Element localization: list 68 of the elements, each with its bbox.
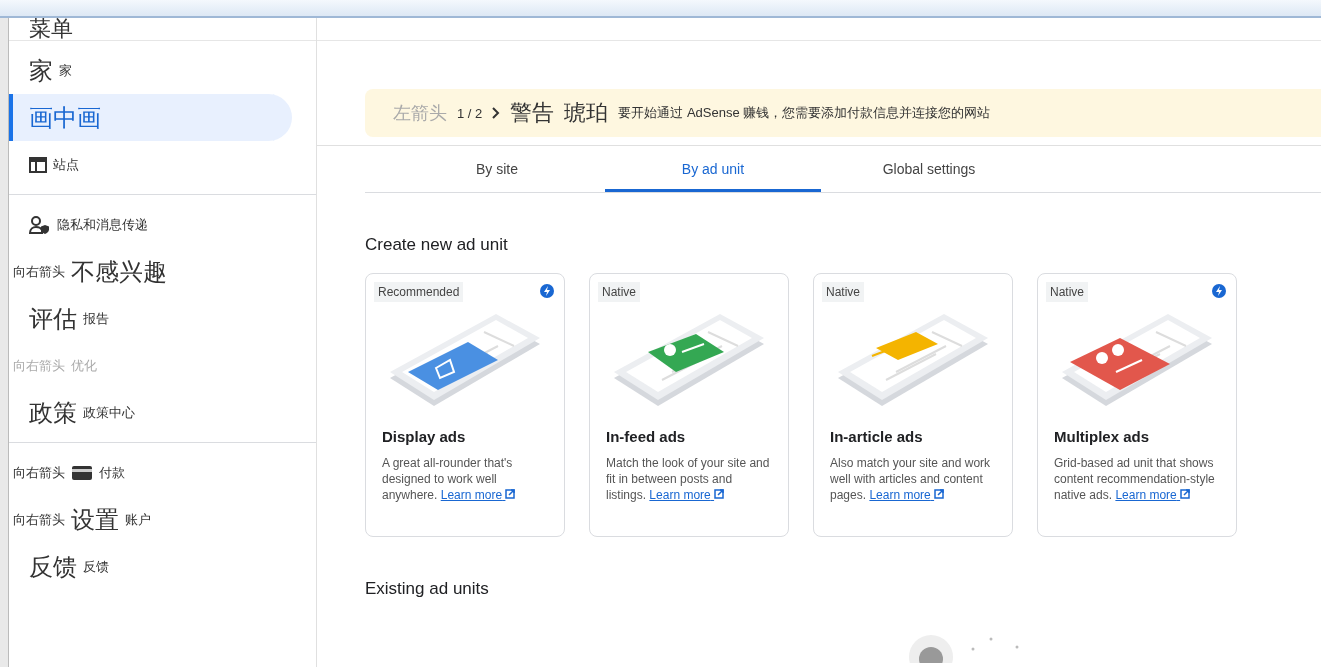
ad-unit-card[interactable]: Native In-article ads Also match your site and work well with articles and content pages. Learn more — [813, 273, 1013, 537]
icon-label: 琥珀 — [564, 99, 609, 127]
external-link-icon — [714, 489, 725, 499]
nav-item[interactable]: 向右箭头 付款 — [9, 449, 292, 496]
icon-label: 设置 — [71, 504, 119, 535]
external-link-icon — [505, 489, 516, 499]
ad-unit-card[interactable]: Native Multiplex ads Grid-based ad unit that shows content recommendation-style native ads. Learn more — [1037, 273, 1237, 537]
arrow-label: 向右箭头 — [13, 510, 65, 529]
tab[interactable]: Global settings — [821, 146, 1037, 192]
card-title: In-article ads — [830, 428, 924, 445]
nav-item[interactable]: 向右箭头 设置 账户 — [9, 496, 292, 543]
payment-card-icon — [71, 464, 93, 481]
ad-unit-card[interactable]: Native In-feed ads Match the look of your site and fit in between posts and listings. Learn more — [589, 273, 789, 537]
card-tag: Recommended — [374, 282, 464, 302]
learn-more-link[interactable]: Learn more — [1115, 488, 1191, 502]
icon-label: 不感兴趣 — [71, 256, 167, 287]
card-description: A great all-rounder that's designed to work well anywhere. Learn more — [382, 455, 548, 503]
chevron-right-icon[interactable] — [492, 107, 501, 119]
ad-unit-card[interactable]: Recommended Display ads A great all-rounder that's designed to work well anywhere. Learn more — [365, 273, 565, 537]
nav-label: 站点 — [53, 155, 79, 174]
menu-button[interactable]: 菜单 — [29, 18, 73, 40]
card-tag: Native — [598, 282, 640, 302]
arrow-label: 向右箭头 — [13, 463, 65, 482]
card-tag: Native — [822, 282, 864, 302]
arrow-label: 向右箭头 — [13, 262, 65, 281]
nav-label: 隐私和消息传递 — [57, 215, 148, 234]
nav-item[interactable]: 家 家 — [9, 47, 292, 94]
card-tag: Native — [1046, 282, 1088, 302]
nav-item[interactable]: 画中画 — [9, 94, 292, 141]
nav-label: 报告 — [83, 309, 109, 328]
icon-label: 反馈 — [29, 551, 77, 582]
tab[interactable]: By ad unit — [605, 146, 821, 192]
page-counter: 1 / 2 — [457, 105, 483, 121]
nav-label: 付款 — [99, 463, 125, 482]
icon-label: 家 — [29, 55, 53, 86]
card-title: Multiplex ads — [1054, 428, 1151, 445]
learn-more-link[interactable]: Learn more — [869, 488, 945, 502]
card-description: Grid-based ad unit that shows content recommendation-style native ads. Learn more — [1054, 455, 1216, 503]
external-link-icon — [1180, 489, 1191, 499]
external-link-icon — [934, 489, 945, 499]
banner-message: 要开始通过 AdSense 赚钱，您需要添加付款信息并连接您的网站 — [618, 104, 991, 122]
learn-more-link[interactable]: Learn more — [649, 488, 725, 502]
section-title: Create new ad unit — [365, 235, 509, 255]
nav-label: 家 — [59, 61, 72, 80]
tab[interactable]: By site — [389, 146, 605, 192]
learn-more-link[interactable]: Learn more — [440, 488, 516, 502]
nav-item[interactable]: 隐私和消息传递 — [9, 201, 292, 248]
section-title: Existing ad units — [365, 579, 490, 599]
person-shield-icon — [29, 215, 51, 234]
nav-item[interactable]: 向右箭头 不感兴趣 — [9, 248, 292, 295]
browser-window-icon — [29, 156, 47, 173]
card-description: Match the look of your site and fit in between posts and listings. Learn more — [606, 455, 771, 503]
card-title: In-feed ads — [606, 428, 687, 445]
nav-item[interactable]: 站点 — [9, 141, 292, 188]
arrow-label: 向右箭头 — [13, 356, 65, 375]
nav-label: 反馈 — [83, 557, 109, 576]
icon-label: 评估 — [29, 303, 77, 334]
icon-label: 警告 — [510, 99, 555, 127]
icon-label: 画中画 — [29, 102, 101, 133]
card-description: Also match your site and work well with articles and content pages. Learn more — [830, 455, 992, 503]
nav-label: 账户 — [125, 510, 151, 529]
nav-label: 优化 — [71, 356, 97, 375]
nav-label: 政策中心 — [83, 403, 135, 422]
nav-item[interactable]: 评估 报告 — [9, 295, 292, 342]
nav-item[interactable]: 政策 政策中心 — [9, 389, 292, 436]
nav-item[interactable]: 反馈 反馈 — [9, 543, 292, 590]
icon-label: 政策 — [29, 397, 77, 428]
card-title: Display ads — [382, 428, 467, 445]
